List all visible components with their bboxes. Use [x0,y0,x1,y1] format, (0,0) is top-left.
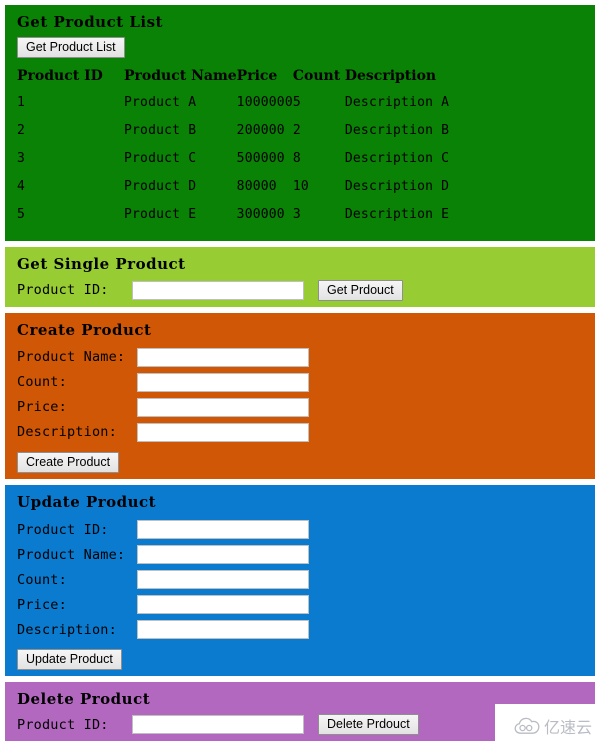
update-product-title: Update Product [17,492,157,511]
column-header-product-name: Product Name [124,68,237,85]
update-count-row: Count: [17,567,595,592]
table-row: 2 Product B 200000 2 Description B [17,123,505,151]
table-header-row: Product ID Product Name Price Count Desc… [17,68,505,95]
create-price-input[interactable] [137,397,309,417]
cell-price: 200000 [236,123,285,139]
update-price-label: Price: [17,596,67,613]
cell-product-id: 3 [17,151,26,167]
update-price-row: Price: [17,592,595,617]
update-description-input[interactable] [137,620,309,639]
section-create-product: Create Product Product Name: Count: Pric… [5,312,595,479]
cell-count: 2 [292,123,301,139]
get-single-product-row: Product ID: Get Prdouct [17,279,595,301]
cloud-icon [514,717,540,734]
table-row: 5 Product E 300000 3 Description E [17,207,505,235]
cell-product-name: Product C [124,151,197,167]
cell-count: 5 [292,95,301,111]
create-product-button[interactable]: Create Product [17,451,120,473]
create-description-row: Description: [17,420,595,445]
cell-description: Description A [344,95,450,111]
create-description-label: Description: [17,424,117,441]
table-row: 4 Product D 80000 10 Description D [17,179,505,207]
table-row: 3 Product C 500000 8 Description C [17,151,505,179]
delete-product-id-input[interactable] [132,715,304,735]
cell-product-name: Product E [124,207,197,223]
cell-price: 300000 [236,207,285,223]
product-list-table: Product ID Product Name Price Count Desc… [17,68,505,235]
cell-product-id: 1 [17,95,26,111]
create-product-name-row: Product Name: [17,345,595,370]
page-wrapper: Get Product List Get Product List Produc… [0,0,611,748]
column-header-product-id: Product ID [17,68,103,85]
single-product-id-label: Product ID: [17,282,109,298]
update-product-id-input[interactable] [137,520,309,539]
create-description-input[interactable] [137,422,309,442]
update-product-id-row: Product ID: [17,517,595,542]
create-price-label: Price: [17,399,67,416]
update-product-name-input[interactable] [137,545,309,564]
update-product-id-label: Product ID: [17,521,109,538]
create-count-row: Count: [17,370,595,395]
update-count-label: Count: [17,571,67,588]
column-header-count: Count [292,68,341,85]
create-count-input[interactable] [137,372,309,392]
cell-price: 80000 [236,179,277,195]
section-update-product: Update Product Product ID: Product Name:… [5,484,595,676]
delete-product-button[interactable]: Delete Prdouct [318,714,419,736]
get-single-product-title: Get Single Product [17,255,186,274]
update-product-button[interactable]: Update Product [17,649,122,670]
cell-description: Description C [344,151,450,167]
cell-product-name: Product A [124,95,197,111]
get-product-button[interactable]: Get Prdouct [318,279,403,301]
cell-description: Description D [344,179,450,195]
section-get-single-product: Get Single Product Product ID: Get Prdou… [5,247,595,307]
create-price-row: Price: [17,395,595,420]
cell-product-id: 4 [17,179,26,195]
cell-product-name: Product D [124,179,197,195]
cell-product-id: 5 [17,207,26,223]
update-product-name-row: Product Name: [17,542,595,567]
watermark: 亿速云 [495,704,611,748]
cell-count: 8 [292,151,301,167]
create-product-title: Create Product [17,320,152,339]
update-price-input[interactable] [137,595,309,614]
column-header-description: Description [344,68,437,85]
get-product-list-title: Get Product List [17,13,163,31]
update-description-row: Description: [17,617,595,642]
update-description-label: Description: [17,621,117,638]
update-product-name-label: Product Name: [17,546,126,563]
watermark-text: 亿速云 [543,718,592,737]
cell-count: 3 [292,207,301,223]
cell-description: Description E [344,207,450,223]
column-header-price: Price [236,68,278,85]
delete-product-id-label: Product ID: [17,716,109,733]
cell-price: 500000 [236,151,285,167]
create-count-label: Count: [17,374,67,391]
cell-product-name: Product B [124,123,197,139]
create-product-name-label: Product Name: [17,349,126,366]
product-crud-page: Get Product List Get Product List Produc… [0,0,611,748]
section-get-product-list: Get Product List Get Product List Produc… [5,5,595,242]
get-product-list-button[interactable]: Get Product List [17,37,125,59]
cell-product-id: 2 [17,123,26,139]
table-row: 1 Product A 1000000 5 Description A [17,95,505,123]
single-product-id-input[interactable] [132,280,304,300]
update-count-input[interactable] [137,570,309,589]
create-product-name-input[interactable] [137,347,309,367]
cell-description: Description B [344,123,450,139]
cell-price: 1000000 [236,95,293,111]
cell-count: 10 [292,179,309,195]
